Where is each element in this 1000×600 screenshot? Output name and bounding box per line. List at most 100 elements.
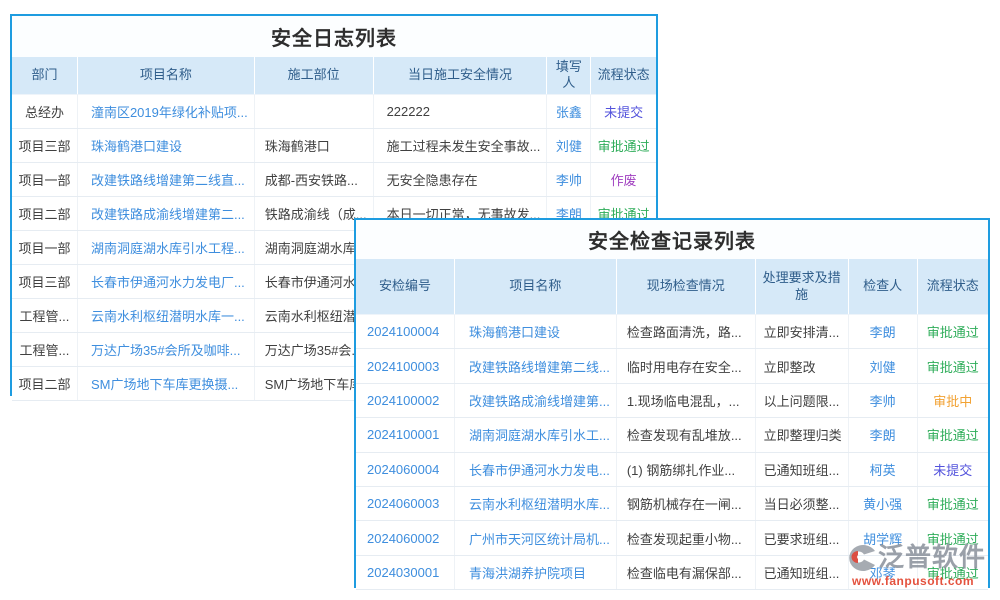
log-cell-dept: 工程管... (12, 298, 77, 332)
inspection-no-link[interactable]: 2024100004 (356, 315, 454, 349)
inspection-status-badge: 审批通过 (917, 521, 988, 555)
inspection-cell-measure: 立即整理归类 (755, 418, 848, 452)
log-writer-link[interactable]: 李帅 (547, 162, 591, 196)
table-row: 2024060004 长春市伊通河水力发电... (1) 钢筋绑扎作业... 已… (356, 452, 988, 486)
inspector-link[interactable]: 邓琴 (848, 555, 917, 589)
log-cell-site: 珠海鹤港口 (254, 128, 373, 162)
inspection-cell-findings: 1.现场临电混乱，... (616, 383, 755, 417)
inspection-status-badge: 审批通过 (917, 315, 988, 349)
inspection-status-badge: 审批通过 (917, 555, 988, 589)
log-cell-dept: 工程管... (12, 332, 77, 366)
table-row: 项目三部 珠海鹤港口建设 珠海鹤港口 施工过程未发生安全事故... 刘健 审批通… (12, 128, 656, 162)
log-cell-dept: 项目一部 (12, 162, 77, 196)
log-cell-situation: 施工过程未发生安全事故... (373, 128, 547, 162)
log-writer-link[interactable]: 张鑫 (547, 94, 591, 128)
table-header-row: 部门 项目名称 施工部位 当日施工安全情况 填写人 流程状态 (12, 57, 656, 94)
safety-inspection-title: 安全检查记录列表 (356, 220, 988, 259)
inspection-cell-findings: 检查路面清洗，路... (616, 315, 755, 349)
log-cell-dept: 项目二部 (12, 196, 77, 230)
log-cell-dept: 项目一部 (12, 230, 77, 264)
inspection-cell-measure: 当日必须整... (755, 486, 848, 520)
inspection-project-link[interactable]: 青海洪湖养护院项目 (454, 555, 616, 589)
inspection-no-link[interactable]: 2024060003 (356, 486, 454, 520)
inspection-cell-measure: 已要求班组... (755, 521, 848, 555)
inspection-cell-findings: 检查发现起重小物... (616, 521, 755, 555)
log-project-link[interactable]: 珠海鹤港口建设 (77, 128, 254, 162)
col-dept: 部门 (12, 57, 77, 94)
log-cell-dept: 总经办 (12, 94, 77, 128)
col-status: 流程状态 (591, 57, 656, 94)
inspection-status-badge: 审批通过 (917, 418, 988, 452)
inspection-status-badge: 审批通过 (917, 349, 988, 383)
inspector-link[interactable]: 柯英 (848, 452, 917, 486)
log-project-link[interactable]: 万达广场35#会所及咖啡... (77, 332, 254, 366)
log-cell-dept: 项目三部 (12, 128, 77, 162)
log-project-link[interactable]: 潼南区2019年绿化补贴项... (77, 94, 254, 128)
inspection-cell-measure: 立即整改 (755, 349, 848, 383)
inspection-cell-findings: 钢筋机械存在一闸... (616, 486, 755, 520)
inspector-link[interactable]: 刘健 (848, 349, 917, 383)
log-project-link[interactable]: 湖南洞庭湖水库引水工程... (77, 230, 254, 264)
inspection-cell-measure: 以上问题限... (755, 383, 848, 417)
col-project: 项目名称 (454, 259, 616, 315)
inspection-status-badge: 未提交 (917, 452, 988, 486)
log-status-badge: 作废 (591, 162, 656, 196)
col-inspection: 现场检查情况 (616, 259, 755, 315)
table-row: 2024100001 湖南洞庭湖水库引水工... 检查发现有乱堆放... 立即整… (356, 418, 988, 452)
log-cell-dept: 项目二部 (12, 366, 77, 400)
log-project-link[interactable]: SM广场地下车库更换摄... (77, 366, 254, 400)
log-project-link[interactable]: 云南水利枢纽潜明水库一... (77, 298, 254, 332)
safety-log-title: 安全日志列表 (12, 16, 656, 57)
inspection-project-link[interactable]: 云南水利枢纽潜明水库... (454, 486, 616, 520)
inspection-project-link[interactable]: 改建铁路成渝线增建第... (454, 383, 616, 417)
log-cell-site: 成都-西安铁路... (254, 162, 373, 196)
inspection-cell-findings: 检查临电有漏保部... (616, 555, 755, 589)
log-writer-link[interactable]: 刘健 (547, 128, 591, 162)
inspection-cell-findings: 临时用电存在安全... (616, 349, 755, 383)
inspection-no-link[interactable]: 2024100001 (356, 418, 454, 452)
table-header-row: 安检编号 项目名称 现场检查情况 处理要求及措施 检查人 流程状态 (356, 259, 988, 315)
col-project: 项目名称 (77, 57, 254, 94)
log-cell-site (254, 94, 373, 128)
table-row: 2024100003 改建铁路线增建第二线... 临时用电存在安全... 立即整… (356, 349, 988, 383)
col-writer: 填写人 (547, 57, 591, 94)
col-inspection-no: 安检编号 (356, 259, 454, 315)
inspector-link[interactable]: 黄小强 (848, 486, 917, 520)
inspection-no-link[interactable]: 2024030001 (356, 555, 454, 589)
log-cell-situation: 222222 (373, 94, 547, 128)
inspection-no-link[interactable]: 2024100002 (356, 383, 454, 417)
inspection-cell-measure: 已通知班组... (755, 452, 848, 486)
inspector-link[interactable]: 李朗 (848, 315, 917, 349)
log-status-badge: 审批通过 (591, 128, 656, 162)
table-row: 总经办 潼南区2019年绿化补贴项... 222222 张鑫 未提交 (12, 94, 656, 128)
inspector-link[interactable]: 李帅 (848, 383, 917, 417)
table-row: 2024100004 珠海鹤港口建设 检查路面清洗，路... 立即安排清... … (356, 315, 988, 349)
table-row: 2024060003 云南水利枢纽潜明水库... 钢筋机械存在一闸... 当日必… (356, 486, 988, 520)
inspection-project-link[interactable]: 湖南洞庭湖水库引水工... (454, 418, 616, 452)
inspection-no-link[interactable]: 2024100003 (356, 349, 454, 383)
inspector-link[interactable]: 李朗 (848, 418, 917, 452)
log-cell-dept: 项目三部 (12, 264, 77, 298)
log-project-link[interactable]: 改建铁路成渝线增建第二... (77, 196, 254, 230)
log-cell-situation: 无安全隐患存在 (373, 162, 547, 196)
inspection-project-link[interactable]: 改建铁路线增建第二线... (454, 349, 616, 383)
inspection-project-link[interactable]: 广州市天河区统计局机... (454, 521, 616, 555)
safety-inspection-table: 安检编号 项目名称 现场检查情况 处理要求及措施 检查人 流程状态 202410… (356, 259, 988, 590)
log-status-badge: 未提交 (591, 94, 656, 128)
inspection-no-link[interactable]: 2024060004 (356, 452, 454, 486)
log-project-link[interactable]: 长春市伊通河水力发电厂... (77, 264, 254, 298)
col-measure: 处理要求及措施 (755, 259, 848, 315)
inspection-cell-findings: 检查发现有乱堆放... (616, 418, 755, 452)
inspection-status-badge: 审批通过 (917, 486, 988, 520)
inspection-project-link[interactable]: 长春市伊通河水力发电... (454, 452, 616, 486)
inspection-cell-measure: 立即安排清... (755, 315, 848, 349)
inspection-no-link[interactable]: 2024060002 (356, 521, 454, 555)
inspection-cell-findings: (1) 钢筋绑扎作业... (616, 452, 755, 486)
inspector-link[interactable]: 胡学辉 (848, 521, 917, 555)
inspection-project-link[interactable]: 珠海鹤港口建设 (454, 315, 616, 349)
inspection-status-badge: 审批中 (917, 383, 988, 417)
table-row: 项目一部 改建铁路线增建第二线直... 成都-西安铁路... 无安全隐患存在 李… (12, 162, 656, 196)
safety-inspection-window: 安全检查记录列表 安检编号 项目名称 现场检查情况 处理要求及措施 检查人 流程… (354, 218, 990, 588)
log-project-link[interactable]: 改建铁路线增建第二线直... (77, 162, 254, 196)
col-status: 流程状态 (917, 259, 988, 315)
